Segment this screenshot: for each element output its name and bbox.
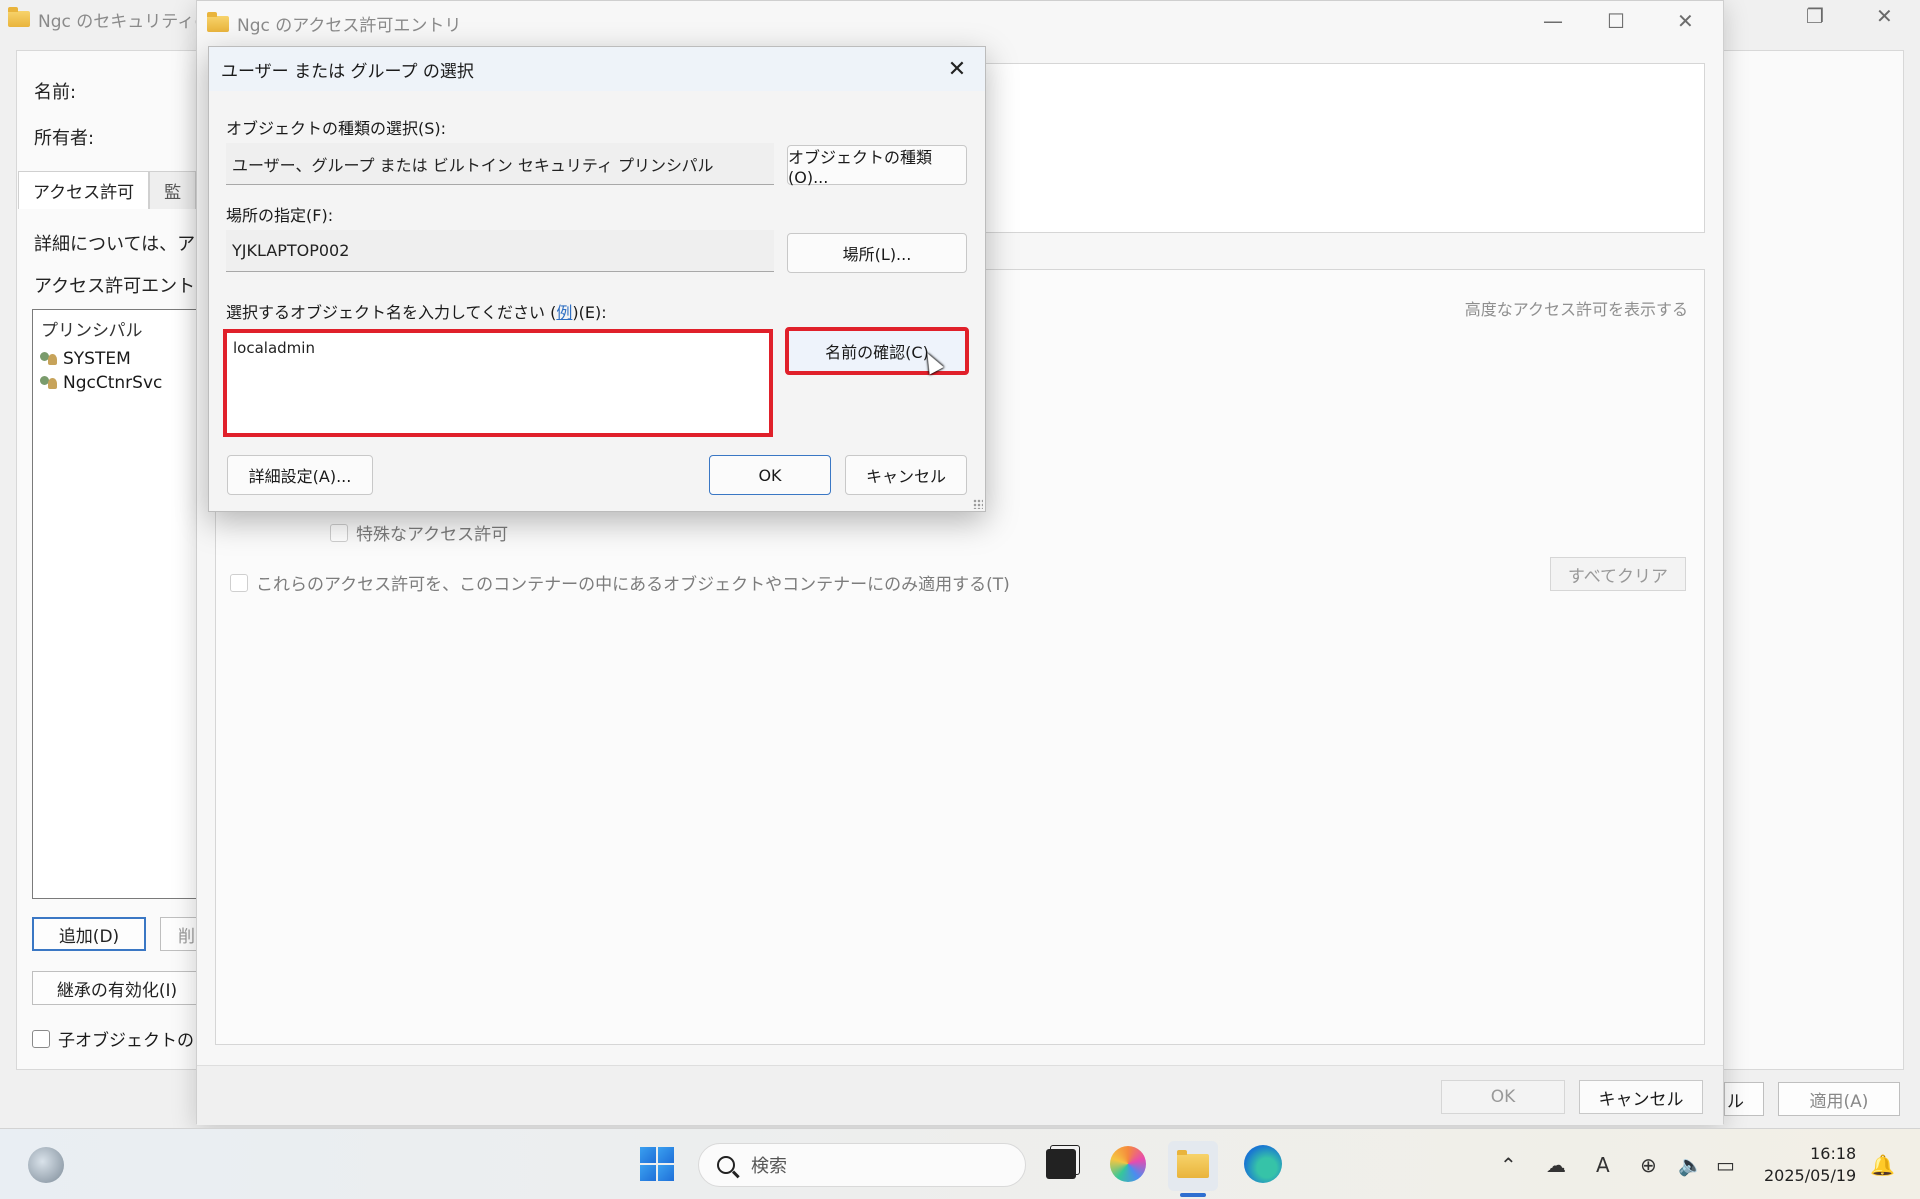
advanced-permissions-link[interactable]: 高度なアクセス許可を表示する xyxy=(1465,296,1688,320)
clock-time: 16:18 xyxy=(1810,1144,1857,1163)
search-placeholder: 検索 xyxy=(751,1156,787,1177)
apply-container-label: これらのアクセス許可を、このコンテナーの中にあるオブジェクトやコンテナーにのみ適… xyxy=(256,575,1010,595)
owner-label: 所有者: xyxy=(34,128,95,149)
apply-container-checkbox[interactable] xyxy=(230,573,248,592)
list-item-label: SYSTEM xyxy=(63,349,131,369)
taskbar-search[interactable]: 検索 xyxy=(698,1143,1026,1187)
special-permission-checkbox[interactable] xyxy=(330,523,348,542)
apply-button[interactable]: 適用(A) xyxy=(1778,1082,1900,1116)
list-item[interactable]: SYSTEM xyxy=(33,347,201,371)
add-button[interactable]: 追加(D) xyxy=(32,917,146,951)
battery-icon[interactable]: ▭ xyxy=(1716,1129,1735,1199)
back-cancel-button[interactable]: ル xyxy=(1724,1082,1764,1116)
apply-container-option: これらのアクセス許可を、このコンテナーの中にあるオブジェクトやコンテナーにのみ適… xyxy=(230,570,1010,595)
remove-button[interactable]: 削 xyxy=(160,917,200,951)
windows-logo-icon xyxy=(640,1147,674,1181)
system-clock[interactable]: 16:18 2025/05/19 xyxy=(1764,1143,1856,1187)
search-icon xyxy=(717,1156,735,1174)
folder-icon xyxy=(207,11,229,32)
permission-entries-list[interactable]: プリンシパル SYSTEM NgcCtnrSvc xyxy=(32,309,202,899)
users-icon xyxy=(39,375,59,391)
location-field: YJKLAPTOP002 xyxy=(226,230,774,272)
copilot-icon[interactable] xyxy=(1110,1146,1146,1182)
tab-auditing[interactable]: 監 xyxy=(149,171,197,209)
tab-permissions[interactable]: アクセス許可 xyxy=(18,171,150,209)
edge-icon[interactable] xyxy=(1244,1145,1282,1183)
file-explorer-icon xyxy=(1177,1150,1209,1178)
dialog-titlebar: ユーザー または グループ の選択 xyxy=(209,47,985,91)
onedrive-icon[interactable]: ☁ xyxy=(1546,1129,1566,1199)
entries-label: アクセス許可エントリ: xyxy=(34,276,220,297)
name-label: 名前: xyxy=(34,82,77,103)
dialog-cancel-button[interactable]: キャンセル xyxy=(845,455,967,495)
location-label: 場所の指定(F): xyxy=(226,206,334,225)
principal-info-box xyxy=(983,63,1705,233)
special-permission-label: 特殊なアクセス許可 xyxy=(356,525,509,545)
object-type-label: オブジェクトの種類の選択(S): xyxy=(226,119,447,138)
locations-button[interactable]: 場所(L)... xyxy=(787,233,967,273)
enable-inheritance-button[interactable]: 継承の有効化(I) xyxy=(32,971,202,1005)
task-view-icon[interactable] xyxy=(1046,1149,1076,1179)
permission-entry-footer: OK キャンセル xyxy=(197,1065,1723,1125)
notification-icon[interactable]: 🔔 xyxy=(1870,1129,1895,1199)
child-objects-label: 子オブジェクトのア xyxy=(58,1031,211,1051)
dialog-ok-button[interactable]: OK xyxy=(709,455,831,495)
child-objects-checkbox[interactable] xyxy=(32,1029,50,1048)
input-method-icon[interactable]: A xyxy=(1596,1129,1610,1199)
volume-icon[interactable]: 🔈 xyxy=(1678,1129,1703,1199)
minimize-icon[interactable]: — xyxy=(1543,9,1563,33)
object-type-field: ユーザー、グループ または ビルトイン セキュリティ プリンシパル xyxy=(226,143,774,185)
restore-icon[interactable]: ❐ xyxy=(1806,4,1824,28)
users-icon xyxy=(39,351,59,367)
weather-icon[interactable] xyxy=(28,1147,64,1183)
folder-icon xyxy=(8,7,30,27)
examples-link[interactable]: 例 xyxy=(556,303,572,322)
list-item[interactable]: NgcCtnrSvc xyxy=(33,371,201,395)
taskbar: 検索 ⌃ ☁ A ⊕ 🔈 ▭ 16:18 2025/05/19 🔔 xyxy=(0,1128,1920,1199)
permission-entry-title: Ngc のアクセス許可エントリ xyxy=(237,16,462,36)
info-text: 詳細については、アク xyxy=(34,234,213,255)
object-types-button[interactable]: オブジェクトの種類(O)... xyxy=(787,145,967,187)
child-objects-option: 子オブジェクトのア xyxy=(32,1026,211,1051)
maximize-icon[interactable]: ☐ xyxy=(1607,9,1625,33)
clock-date: 2025/05/19 xyxy=(1764,1166,1857,1185)
entry-ok-button[interactable]: OK xyxy=(1441,1080,1565,1114)
close-icon[interactable]: ✕ xyxy=(1677,9,1694,33)
enter-object-names-label: 選択するオブジェクト名を入力してください (例)(E): xyxy=(226,303,607,322)
start-button[interactable] xyxy=(640,1147,674,1181)
list-header-principal[interactable]: プリンシパル xyxy=(33,310,201,347)
active-app-indicator xyxy=(1180,1193,1206,1197)
tray-overflow-icon[interactable]: ⌃ xyxy=(1500,1129,1517,1199)
advanced-button[interactable]: 詳細設定(A)... xyxy=(227,455,373,495)
list-item-label: NgcCtnrSvc xyxy=(63,373,163,393)
special-permission-option: 特殊なアクセス許可 xyxy=(330,520,508,545)
select-users-dialog: ユーザー または グループ の選択 ✕ オブジェクトの種類の選択(S): ユーザ… xyxy=(208,46,986,512)
resize-grip-icon[interactable] xyxy=(973,499,983,509)
object-names-input[interactable] xyxy=(223,329,773,437)
tab-strip: アクセス許可 監 xyxy=(18,171,197,209)
close-icon[interactable]: ✕ xyxy=(939,51,975,87)
dialog-title: ユーザー または グループ の選択 xyxy=(221,61,474,82)
clear-all-button[interactable]: すべてクリア xyxy=(1550,557,1686,591)
network-icon[interactable]: ⊕ xyxy=(1640,1129,1657,1199)
file-explorer-taskbar-button[interactable] xyxy=(1168,1141,1218,1191)
close-icon[interactable]: ✕ xyxy=(1876,4,1893,28)
permission-entry-titlebar: Ngc のアクセス許可エントリ xyxy=(207,11,461,36)
entry-cancel-button[interactable]: キャンセル xyxy=(1579,1080,1703,1114)
